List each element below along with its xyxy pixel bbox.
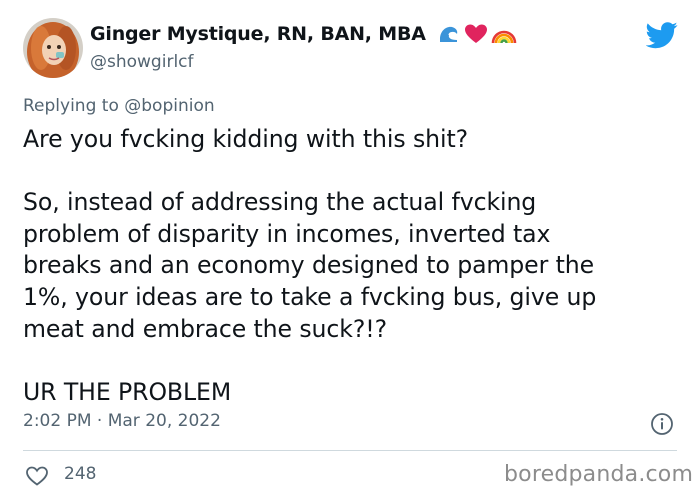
divider (23, 450, 677, 451)
watermark: boredpanda.com (504, 462, 694, 487)
avatar-image (23, 18, 83, 78)
info-glyph (651, 413, 673, 435)
tweet-timestamp[interactable]: 2:02 PM · Mar 20, 2022 (23, 411, 221, 431)
replying-prefix: Replying to (23, 96, 119, 116)
reply-mention-link[interactable]: @bopinion (124, 96, 214, 116)
replying-to: Replying to @bopinion (23, 96, 215, 116)
avatar[interactable] (23, 18, 83, 78)
user-handle[interactable]: @showgirlcf (90, 52, 194, 72)
heart-icon (465, 24, 487, 43)
like-count: 248 (64, 464, 97, 484)
heart-outline-icon (26, 466, 48, 486)
wave-icon (440, 26, 458, 42)
twitter-bird-icon[interactable] (645, 19, 678, 51)
twitter-logo (645, 22, 678, 49)
like-icon[interactable] (25, 464, 49, 488)
name-emojis (437, 23, 517, 45)
display-name[interactable]: Ginger Mystique, RN, BAN, MBA (90, 23, 426, 45)
rainbow-icon (491, 30, 517, 44)
info-icon[interactable] (650, 412, 674, 436)
tweet-text: Are you fvcking kidding with this shit? … (23, 125, 597, 406)
